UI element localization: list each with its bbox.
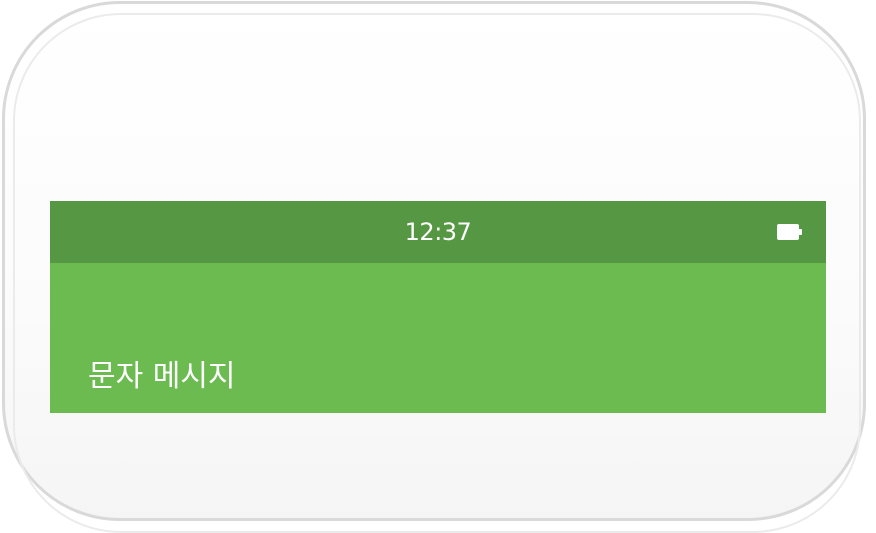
- phone-screen: 12:37 문자 메시지: [50, 201, 826, 413]
- app-bar: 문자 메시지: [50, 263, 826, 413]
- app-title: 문자 메시지: [88, 359, 236, 394]
- status-time: 12:37: [404, 218, 472, 246]
- battery-tip: [799, 229, 802, 235]
- battery-body: [777, 224, 799, 240]
- status-bar: 12:37: [50, 201, 826, 263]
- battery-icon: [777, 224, 802, 240]
- phone-mockup: 12:37 문자 메시지: [0, 0, 876, 533]
